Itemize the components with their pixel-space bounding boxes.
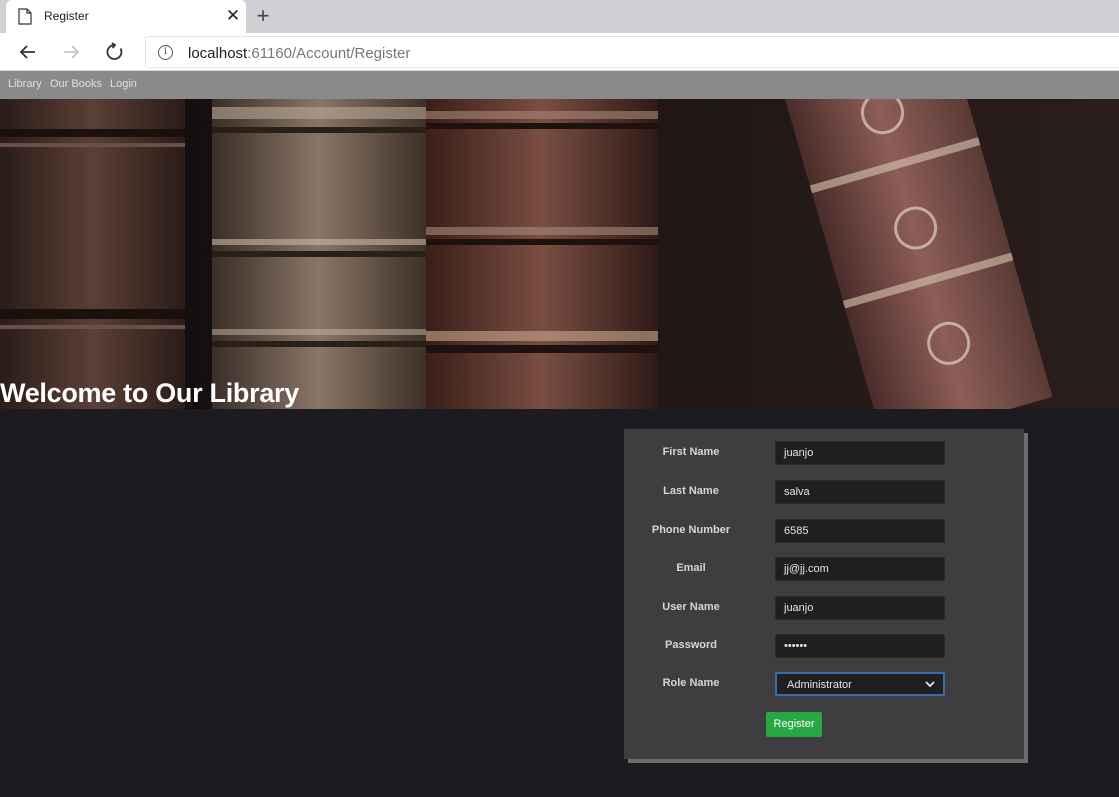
role-name-label: Role Name xyxy=(662,677,720,689)
form-row-first-name: First Name juanjo xyxy=(624,441,1024,465)
address-bar[interactable]: i localhost:61160/Account/Register xyxy=(145,36,1119,68)
form-row-password: Password •••••• xyxy=(624,634,1024,658)
tab-close-icon[interactable]: ✕ xyxy=(224,5,242,27)
form-row-user-name: User Name juanjo xyxy=(624,596,1024,620)
register-form: First Name juanjo Last Name salva Phone … xyxy=(624,429,1024,759)
role-selected-value: Administrator xyxy=(787,679,852,691)
role-name-select[interactable]: Administrator xyxy=(775,672,945,696)
last-name-label: Last Name xyxy=(663,485,719,497)
page-title: Welcome to Our Library xyxy=(0,378,299,408)
arrow-right-icon[interactable] xyxy=(57,38,85,66)
new-tab-icon[interactable]: + xyxy=(253,4,273,28)
reload-icon[interactable] xyxy=(101,38,129,66)
password-label: Password xyxy=(665,639,717,651)
hero-banner xyxy=(0,99,1119,409)
url-text[interactable]: localhost:61160/Account/Register xyxy=(188,45,410,62)
browser-tab[interactable]: Register ✕ xyxy=(6,0,246,33)
form-row-email: Email jj@jj.com xyxy=(624,557,1024,581)
first-name-label: First Name xyxy=(662,446,720,458)
chevron-down-icon xyxy=(925,681,935,688)
nav-link-our-books[interactable]: Our Books xyxy=(50,78,102,90)
nav-link-login[interactable]: Login xyxy=(110,78,137,90)
email-label: Email xyxy=(676,562,706,574)
user-name-input[interactable]: juanjo xyxy=(775,596,945,620)
site-navbar: Library Our Books Login xyxy=(0,71,1119,99)
info-icon[interactable]: i xyxy=(158,45,173,60)
books-banner-image xyxy=(0,99,1119,409)
phone-number-input[interactable]: 6585 xyxy=(775,519,945,543)
register-button[interactable]: Register xyxy=(766,712,822,737)
form-row-last-name: Last Name salva xyxy=(624,480,1024,504)
browser-tabstrip: Register ✕ + xyxy=(0,0,1119,33)
email-input[interactable]: jj@jj.com xyxy=(775,557,945,581)
form-row-role-name: Role Name Administrator xyxy=(624,672,1024,696)
form-row-phone-number: Phone Number 6585 xyxy=(624,519,1024,543)
user-name-label: User Name xyxy=(662,601,720,613)
phone-number-label: Phone Number xyxy=(651,524,731,536)
password-input[interactable]: •••••• xyxy=(775,634,945,658)
first-name-input[interactable]: juanjo xyxy=(775,441,945,465)
nav-link-library[interactable]: Library xyxy=(8,78,42,90)
last-name-input[interactable]: salva xyxy=(775,480,945,504)
tab-title: Register xyxy=(44,9,89,23)
arrow-left-icon[interactable] xyxy=(14,38,42,66)
document-icon xyxy=(18,8,32,25)
browser-toolbar: i localhost:61160/Account/Register xyxy=(0,33,1119,71)
